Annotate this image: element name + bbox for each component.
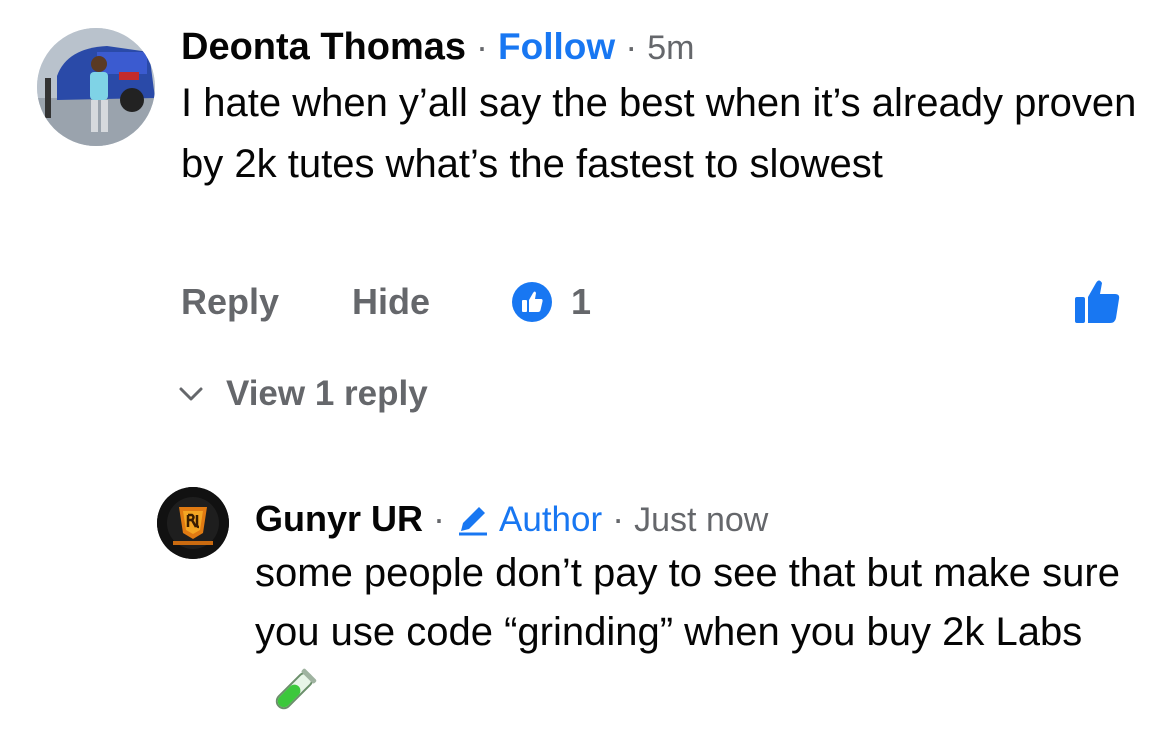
like-count[interactable]: 1 <box>571 278 591 326</box>
author-badge: Author <box>455 495 602 540</box>
author-name[interactable]: Deonta Thomas <box>181 26 466 69</box>
timestamp: 5m <box>647 29 695 67</box>
comment-text: I hate when y’all say the best when it’s… <box>181 81 1137 186</box>
separator-dot: · <box>625 26 638 67</box>
separator-dot: · <box>476 26 489 67</box>
commenter-avatar[interactable] <box>37 28 155 146</box>
reply-author-avatar[interactable] <box>157 487 229 559</box>
comment: Deonta Thomas · Follow · 5m I hate when … <box>181 26 1141 195</box>
like-reaction-icon[interactable] <box>512 282 552 322</box>
reply-button[interactable]: Reply <box>181 278 279 326</box>
comment-actions: Reply Hide 1 <box>181 278 1141 326</box>
reply: Gunyr UR · Author · Just now some people… <box>255 495 1145 721</box>
reply-text: some people don’t pay to see that but ma… <box>255 551 1120 654</box>
view-replies-link[interactable]: View 1 reply <box>178 374 428 414</box>
like-button-icon[interactable] <box>1071 275 1123 327</box>
test-tube-icon <box>267 666 319 718</box>
view-replies-label: View 1 reply <box>226 374 428 413</box>
reply-timestamp: Just now <box>634 501 769 539</box>
reply-text-block: some people don’t pay to see that but ma… <box>255 544 1145 721</box>
reply-header: Gunyr UR · Author · Just now <box>255 495 1145 540</box>
chevron-down-icon <box>179 387 203 401</box>
author-badge-label: Author <box>499 500 603 539</box>
comment-header: Deonta Thomas · Follow · 5m <box>181 26 1141 69</box>
pencil-icon <box>459 507 488 536</box>
separator-dot: · <box>612 498 625 539</box>
hide-button[interactable]: Hide <box>352 278 430 326</box>
reply-author-name[interactable]: Gunyr UR <box>255 498 423 540</box>
follow-button[interactable]: Follow <box>498 26 615 68</box>
separator-dot: · <box>433 498 446 539</box>
